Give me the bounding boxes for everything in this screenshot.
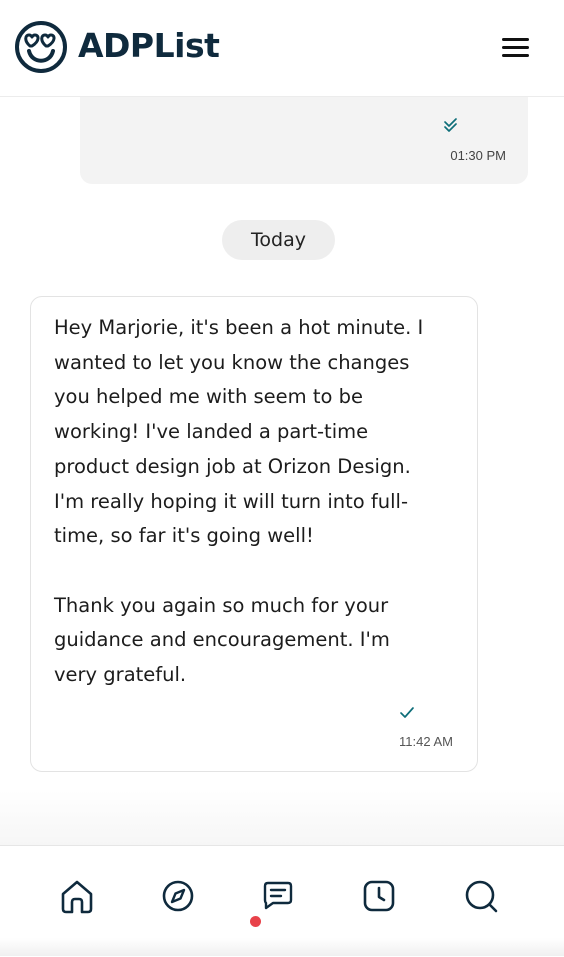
notification-dot [250, 916, 261, 927]
message-bubble: Hey Marjorie, it's been a hot minute. I … [30, 296, 478, 772]
home-icon [61, 880, 93, 914]
app-header: ADPList [0, 0, 564, 97]
chat-bubble-icon [263, 881, 293, 910]
nav-search[interactable] [461, 876, 501, 916]
date-divider: Today [222, 220, 335, 260]
app-logo-text[interactable]: ADPList [78, 24, 220, 68]
previous-message-time: 01:30 PM [450, 148, 506, 163]
nav-home[interactable] [57, 876, 97, 916]
compass-icon [162, 880, 194, 912]
scroll-fade [0, 790, 564, 846]
nav-messages[interactable] [258, 876, 298, 916]
clock-icon [363, 880, 395, 912]
message-text: Hey Marjorie, it's been a hot minute. I … [54, 316, 424, 687]
hamburger-menu-icon[interactable] [498, 32, 534, 62]
search-icon [465, 880, 498, 913]
message-time: 11:42 AM [399, 734, 453, 749]
check-icon [400, 707, 414, 718]
bottom-shade [0, 938, 564, 956]
nav-bookings[interactable] [359, 876, 399, 916]
heart-eyes-smiley-icon[interactable] [14, 20, 68, 74]
nav-explore[interactable] [158, 876, 198, 916]
double-check-icon [444, 118, 457, 132]
